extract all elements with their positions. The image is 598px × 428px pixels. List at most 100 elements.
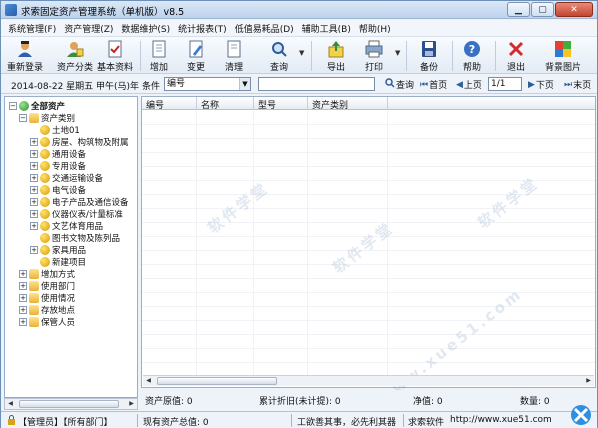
change-button[interactable]: 变更: [181, 38, 211, 73]
tree-scrollbar[interactable]: ◀ ▶: [4, 398, 138, 410]
first-page-button[interactable]: ⏮ 首页: [420, 78, 447, 92]
maximize-button[interactable]: ▢: [531, 2, 554, 17]
scroll-left-icon[interactable]: ◀: [5, 399, 16, 409]
condition-select[interactable]: 编号 ▼: [164, 77, 251, 91]
tree-item[interactable]: 图书文物及陈列品: [40, 232, 120, 244]
clear-button[interactable]: 清理: [219, 38, 249, 73]
tree-item-label: 文艺体育用品: [52, 222, 104, 232]
image-icon: [554, 40, 572, 58]
node-icon: [40, 125, 50, 135]
menu-asset[interactable]: 资产管理(Z): [60, 22, 117, 35]
expand-icon[interactable]: +: [30, 150, 38, 158]
expand-icon[interactable]: +: [19, 306, 27, 314]
tree-item[interactable]: + 交通运输设备: [30, 172, 103, 184]
close-button[interactable]: ✕: [555, 2, 593, 17]
expand-icon[interactable]: +: [30, 138, 38, 146]
scroll-right-icon[interactable]: ▶: [126, 399, 137, 409]
exit-label: 退出: [506, 63, 525, 73]
menu-tools[interactable]: 辅助工具(B): [298, 22, 355, 35]
toolbar-divider: [406, 41, 407, 71]
help-button[interactable]: ? 帮助: [457, 38, 487, 73]
prev-page-icon: ◀: [456, 79, 463, 90]
grid-scrollbar[interactable]: ◀ ▶: [143, 375, 594, 386]
expand-icon[interactable]: +: [19, 270, 27, 278]
tree-node-category[interactable]: − 资产类别: [19, 112, 75, 124]
grid-scroll-thumb[interactable]: [157, 377, 277, 385]
background-image-button[interactable]: 背景图片: [537, 38, 589, 73]
expand-icon[interactable]: +: [30, 162, 38, 170]
status-slogan: 工欲善其事，必先利其器: [297, 418, 397, 428]
node-icon: [40, 197, 50, 207]
menu-system[interactable]: 系统管理(F): [4, 22, 60, 35]
tree-item[interactable]: + 电子产品及通信设备: [30, 196, 129, 208]
exit-button[interactable]: 退出: [501, 38, 531, 73]
menu-bar: 系统管理(F) 资产管理(Z) 数据维护(S) 统计报表(T) 低值易耗品(D)…: [1, 20, 597, 36]
column-header[interactable]: 编号: [146, 98, 164, 111]
page-input[interactable]: 1/1: [488, 77, 522, 91]
prev-page-button[interactable]: ◀ 上页: [456, 78, 482, 92]
tree-root-label: 全部资产: [31, 102, 66, 112]
tree-item[interactable]: 土地01: [40, 124, 80, 136]
tree-item[interactable]: + 仪器仪表/计量标准: [30, 208, 123, 220]
query-search-button[interactable]: 查询: [385, 78, 414, 91]
expand-icon[interactable]: +: [30, 246, 38, 254]
menu-data[interactable]: 数据维护(S): [117, 22, 174, 35]
tree-item-label: 通用设备: [52, 150, 87, 160]
menu-consumables[interactable]: 低值易耗品(D): [231, 22, 298, 35]
tree-item[interactable]: 新建项目: [40, 256, 86, 268]
next-page-button[interactable]: ▶ 下页: [528, 78, 554, 92]
tree-scroll-thumb[interactable]: [19, 400, 119, 408]
print-dropdown-icon[interactable]: ▼: [395, 49, 400, 57]
tree-item[interactable]: + 文艺体育用品: [30, 220, 103, 232]
tree-item[interactable]: + 房屋、构筑物及附属: [30, 136, 129, 148]
collapse-icon[interactable]: −: [9, 102, 17, 110]
expand-icon[interactable]: +: [30, 198, 38, 206]
tree-node-department[interactable]: + 使用部门: [19, 280, 75, 292]
tree-item-label: 保管人员: [41, 318, 76, 328]
search-input[interactable]: [258, 77, 375, 91]
column-header[interactable]: 资产类别: [312, 98, 348, 111]
tree-node-usage[interactable]: + 使用情况: [19, 292, 75, 304]
expand-icon[interactable]: +: [30, 186, 38, 194]
tree-item[interactable]: + 电气设备: [30, 184, 86, 196]
print-button[interactable]: 打印: [359, 38, 389, 73]
tree-node-location[interactable]: + 存放地点: [19, 304, 75, 316]
add-button[interactable]: 增加: [144, 38, 174, 73]
expand-icon[interactable]: +: [30, 222, 38, 230]
tree-node-root[interactable]: − 全部资产: [9, 100, 65, 112]
chevron-down-icon: ▼: [239, 78, 250, 90]
status-url[interactable]: http://www.xue51.com: [450, 415, 552, 425]
grid-line: [142, 180, 595, 181]
minimize-button[interactable]: ▁: [507, 2, 530, 17]
tree-item[interactable]: + 通用设备: [30, 148, 86, 160]
tree-item[interactable]: + 专用设备: [30, 160, 86, 172]
query-dropdown-icon[interactable]: ▼: [299, 49, 304, 57]
classify-button[interactable]: 资产分类: [55, 38, 95, 73]
expand-icon[interactable]: +: [19, 282, 27, 290]
backup-button[interactable]: 备份: [414, 38, 444, 73]
expand-icon[interactable]: +: [30, 210, 38, 218]
expand-icon[interactable]: +: [19, 294, 27, 302]
expand-icon[interactable]: +: [19, 318, 27, 326]
menu-help[interactable]: 帮助(H): [355, 22, 395, 35]
column-header[interactable]: 名称: [201, 98, 219, 111]
menu-report[interactable]: 统计报表(T): [174, 22, 231, 35]
export-button[interactable]: 导出: [321, 38, 351, 73]
scroll-right-icon[interactable]: ▶: [583, 376, 594, 386]
basic-info-button[interactable]: 基本资料: [95, 38, 135, 73]
tree-item-label: 土地01: [52, 126, 80, 136]
expand-icon[interactable]: +: [30, 174, 38, 182]
scroll-left-icon[interactable]: ◀: [143, 376, 154, 386]
collapse-icon[interactable]: −: [19, 114, 27, 122]
tree-node-add-method[interactable]: + 增加方式: [19, 268, 75, 280]
query-button[interactable]: 查询: [264, 38, 294, 73]
grid-line: [142, 124, 595, 125]
toolbar-divider: [311, 41, 312, 71]
column-header[interactable]: 型号: [258, 98, 276, 111]
printer-icon: [365, 40, 383, 58]
grid-line: [142, 334, 595, 335]
last-page-button[interactable]: ⏭ 末页: [564, 78, 591, 92]
tree-item[interactable]: + 家具用品: [30, 244, 86, 256]
relogin-button[interactable]: 重新登录: [5, 38, 45, 73]
tree-node-keeper[interactable]: + 保管人员: [19, 316, 75, 328]
